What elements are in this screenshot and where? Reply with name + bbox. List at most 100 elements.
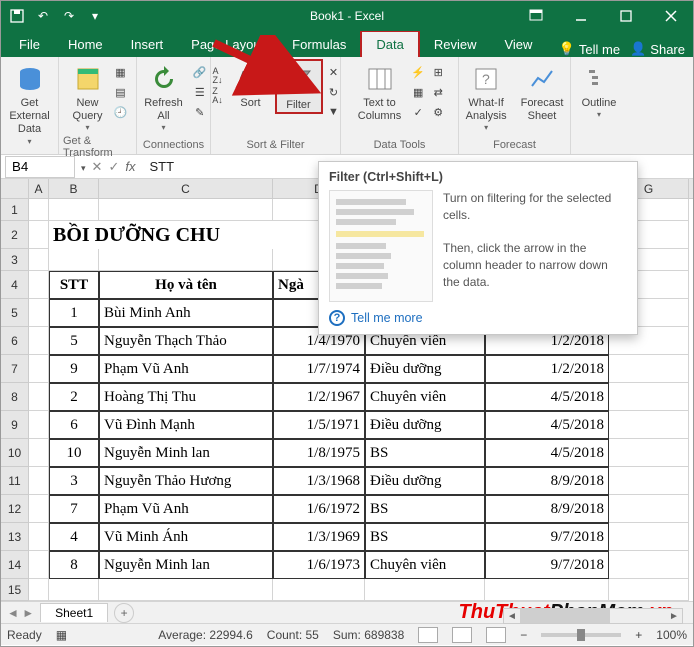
row-header[interactable]: 5: [1, 299, 28, 327]
close-icon[interactable]: [648, 1, 693, 31]
zoom-slider[interactable]: [541, 633, 621, 637]
row-header[interactable]: 1: [1, 199, 28, 221]
row-header[interactable]: 11: [1, 467, 28, 495]
flash-fill-icon[interactable]: ⚡: [409, 63, 427, 81]
row-header[interactable]: 7: [1, 355, 28, 383]
cell-stt[interactable]: 8: [49, 551, 99, 579]
forecast-sheet-button[interactable]: Forecast Sheet: [515, 59, 570, 123]
cell-date[interactable]: 4/5/2018: [485, 383, 609, 411]
properties-icon[interactable]: ☰: [191, 83, 209, 101]
cell-date[interactable]: 8/9/2018: [485, 495, 609, 523]
col-header-B[interactable]: B: [49, 179, 99, 198]
view-page-break-icon[interactable]: [486, 627, 506, 643]
cell-stt[interactable]: 6: [49, 411, 99, 439]
row-header[interactable]: 6: [1, 327, 28, 355]
clear-filter-icon[interactable]: ✕: [325, 63, 343, 81]
row-header[interactable]: 13: [1, 523, 28, 551]
cell-name[interactable]: Nguyễn Thạch Thảo: [99, 327, 273, 355]
cell-role[interactable]: BS: [365, 495, 485, 523]
view-page-layout-icon[interactable]: [452, 627, 472, 643]
cancel-formula-icon[interactable]: ✕: [92, 159, 103, 175]
tab-view[interactable]: View: [490, 32, 546, 57]
ribbon-options-icon[interactable]: [513, 1, 558, 31]
refresh-all-button[interactable]: Refresh All▾: [138, 59, 189, 133]
header-hoten[interactable]: Họ và tên: [99, 271, 273, 299]
filter-button[interactable]: Filter: [275, 59, 323, 114]
qat-customize-icon[interactable]: ▾: [83, 4, 107, 28]
consolidate-icon[interactable]: ⊞: [429, 63, 447, 81]
sort-button[interactable]: AZ Sort: [229, 59, 273, 110]
advanced-filter-icon[interactable]: ▼: [325, 103, 343, 121]
cell-name[interactable]: Vũ Minh Ánh: [99, 523, 273, 551]
cell-role[interactable]: Chuyên viên: [365, 551, 485, 579]
new-query-button[interactable]: New Query▾: [66, 59, 110, 133]
scroll-left-icon[interactable]: ◄: [504, 609, 520, 623]
cell-name[interactable]: Phạm Vũ Anh: [99, 355, 273, 383]
tab-home[interactable]: Home: [54, 32, 117, 57]
cell-name[interactable]: Hoàng Thị Thu: [99, 383, 273, 411]
cell-dob[interactable]: 1/7/1974: [273, 355, 365, 383]
cell-dob[interactable]: 1/6/1973: [273, 551, 365, 579]
cell-stt[interactable]: 9: [49, 355, 99, 383]
col-header-A[interactable]: A: [29, 179, 49, 198]
zoom-out-icon[interactable]: −: [520, 628, 527, 642]
cell-dob[interactable]: 1/6/1972: [273, 495, 365, 523]
from-table-icon[interactable]: ▤: [112, 83, 130, 101]
cell-role[interactable]: BS: [365, 439, 485, 467]
cell-stt[interactable]: 3: [49, 467, 99, 495]
cell-date[interactable]: 1/2/2018: [485, 355, 609, 383]
cell-name[interactable]: Vũ Đình Mạnh: [99, 411, 273, 439]
cell-dob[interactable]: 1/2/1967: [273, 383, 365, 411]
row-header[interactable]: 10: [1, 439, 28, 467]
text-to-columns-button[interactable]: Text to Columns: [352, 59, 407, 123]
row-header[interactable]: 8: [1, 383, 28, 411]
formula-content[interactable]: STT: [141, 159, 174, 174]
cell-role[interactable]: Điều dưỡng: [365, 355, 485, 383]
row-header[interactable]: 2: [1, 221, 28, 249]
tell-me[interactable]: 💡 Tell me: [559, 41, 620, 57]
outline-button[interactable]: Outline▾: [576, 59, 623, 120]
row-header[interactable]: 12: [1, 495, 28, 523]
cell-name[interactable]: Nguyễn Minh lan: [99, 551, 273, 579]
row-header[interactable]: 4: [1, 271, 28, 299]
cell-stt[interactable]: 2: [49, 383, 99, 411]
sheet-tab[interactable]: Sheet1: [40, 603, 108, 622]
scroll-right-icon[interactable]: ►: [666, 609, 682, 623]
tab-review[interactable]: Review: [420, 32, 491, 57]
name-box[interactable]: [5, 156, 75, 178]
whatif-button[interactable]: ? What-If Analysis▾: [460, 59, 513, 133]
cell-date[interactable]: 8/9/2018: [485, 467, 609, 495]
save-icon[interactable]: [5, 4, 29, 28]
relationships-icon[interactable]: ⇄: [429, 83, 447, 101]
sort-za-icon[interactable]: ZA↓: [209, 87, 227, 105]
cell-date[interactable]: 9/7/2018: [485, 551, 609, 579]
status-recording-icon[interactable]: ▦: [56, 628, 67, 642]
connections-icon[interactable]: 🔗: [191, 63, 209, 81]
cell-stt[interactable]: 4: [49, 523, 99, 551]
sheet-nav[interactable]: ◄ ►: [1, 606, 40, 620]
cell-dob[interactable]: 1/3/1969: [273, 523, 365, 551]
row-header[interactable]: 14: [1, 551, 28, 579]
edit-links-icon[interactable]: ✎: [191, 103, 209, 121]
cell-stt[interactable]: 10: [49, 439, 99, 467]
remove-duplicates-icon[interactable]: ▦: [409, 83, 427, 101]
manage-model-icon[interactable]: ⚙: [429, 103, 447, 121]
cell-role[interactable]: BS: [365, 523, 485, 551]
enter-formula-icon[interactable]: ✓: [108, 159, 119, 175]
share-button[interactable]: 👤 Share: [630, 41, 685, 57]
cell-name[interactable]: Nguyễn Minh lan: [99, 439, 273, 467]
cell-stt[interactable]: 7: [49, 495, 99, 523]
redo-icon[interactable]: ↷: [57, 4, 81, 28]
cell-stt[interactable]: 5: [49, 327, 99, 355]
tab-insert[interactable]: Insert: [117, 32, 178, 57]
col-header-C[interactable]: C: [99, 179, 273, 198]
zoom-level[interactable]: 100%: [656, 628, 687, 642]
undo-icon[interactable]: ↶: [31, 4, 55, 28]
add-sheet-button[interactable]: +: [114, 603, 134, 623]
tab-formulas[interactable]: Formulas: [278, 32, 360, 57]
cell-name[interactable]: Phạm Vũ Anh: [99, 495, 273, 523]
row-header[interactable]: 3: [1, 249, 28, 271]
cell-stt[interactable]: 1: [49, 299, 99, 327]
get-external-data-button[interactable]: Get External Data▾: [3, 59, 55, 146]
show-queries-icon[interactable]: ▦: [112, 63, 130, 81]
